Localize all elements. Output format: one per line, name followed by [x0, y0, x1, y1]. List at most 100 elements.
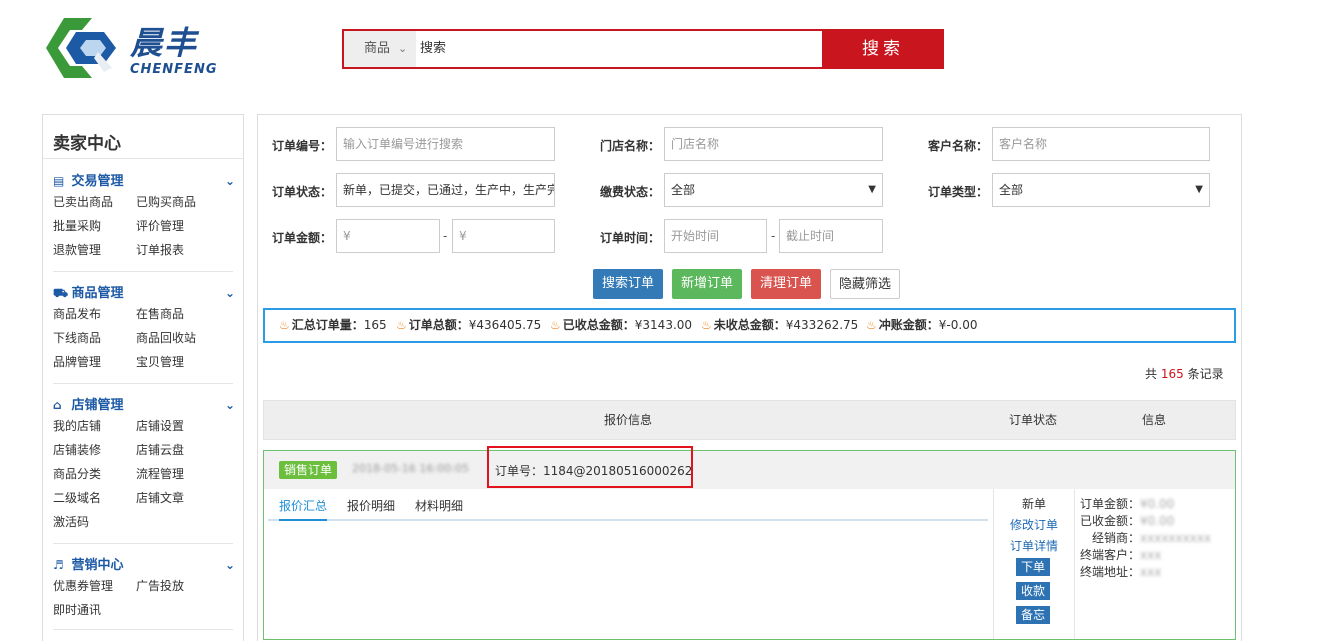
- sidebar-item[interactable]: 即时通讯: [53, 601, 101, 618]
- divider: [53, 629, 233, 630]
- order-status: 新单: [1021, 497, 1046, 511]
- list-icon: ▤: [53, 174, 65, 188]
- sidebar-item[interactable]: 店铺设置: [136, 417, 184, 434]
- info-received-amount: 已收金额：¥0.00: [1080, 514, 1175, 528]
- tab-quote-summary[interactable]: 报价汇总: [279, 493, 328, 521]
- group-header-goods[interactable]: ⛟ 商品管理 ⌄: [53, 283, 235, 303]
- col-order-status: 订单状态: [1009, 413, 1058, 427]
- sidebar-item[interactable]: 退款管理: [53, 241, 101, 258]
- store-input[interactable]: 门店名称: [664, 127, 883, 161]
- sidebar-item[interactable]: 广告投放: [136, 577, 184, 594]
- receive-payment-button[interactable]: 收款: [1016, 582, 1050, 600]
- sidebar-item[interactable]: 二级域名: [53, 489, 101, 506]
- order-detail-link[interactable]: 订单详情: [994, 537, 1074, 554]
- edit-order-link[interactable]: 修改订单: [994, 516, 1074, 533]
- sidebar-item[interactable]: 商品分类: [53, 465, 101, 482]
- search-button[interactable]: 搜索: [822, 29, 944, 69]
- info-end-address: 终端地址：xxx: [1080, 565, 1162, 579]
- summary-item: ♨ 冲账金额：¥-0.00: [866, 318, 978, 332]
- group-title: 交易管理: [71, 174, 124, 189]
- order-tabs: 报价汇总 报价明细 材料明细: [268, 493, 988, 521]
- pay-status-select[interactable]: 全部 ▼: [664, 173, 883, 207]
- flame-icon: ♨: [866, 318, 877, 332]
- order-card-header: 销售订单 2018-05-16 16:00:05 订单号：1184@201805…: [264, 451, 1235, 489]
- customer-input[interactable]: 客户名称: [992, 127, 1210, 161]
- flame-icon: ♨: [550, 318, 561, 332]
- summary-item: ♨ 汇总订单量：165: [279, 318, 387, 332]
- clear-order-button[interactable]: 清理订单: [751, 269, 821, 299]
- chevron-down-icon: ⌄: [224, 286, 235, 300]
- tab-material-detail[interactable]: 材料明细: [415, 493, 463, 519]
- chevron-down-icon: ⌄: [224, 398, 235, 412]
- sidebar-item[interactable]: 店铺装修: [53, 441, 101, 458]
- group-trade: ▤ 交易管理 ⌄ 已卖出商品 已购买商品 批量采购 评价管理 退款管理 订单报表: [53, 171, 235, 261]
- chenfeng-logo[interactable]: 晨丰 CHENFENG: [42, 12, 242, 82]
- sidebar-item[interactable]: 店铺云盘: [136, 441, 184, 458]
- sidebar-item[interactable]: 在售商品: [136, 305, 184, 322]
- order-type-select[interactable]: 全部 ▼: [992, 173, 1210, 207]
- sidebar-item[interactable]: 已购买商品: [136, 193, 196, 210]
- summary-item: ♨ 订单总额：¥436405.75: [396, 318, 542, 332]
- order-no-input[interactable]: 输入订单编号进行搜索: [336, 127, 555, 161]
- amount-label: 订单金额：: [272, 231, 333, 245]
- sidebar-item[interactable]: 评价管理: [136, 217, 184, 234]
- time-start-input[interactable]: 开始时间: [664, 219, 767, 253]
- info-dealer: 经销商：xxxxxxxxxx: [1092, 531, 1212, 545]
- sidebar-item[interactable]: 品牌管理: [53, 353, 101, 370]
- sidebar-item[interactable]: 批量采购: [53, 217, 101, 234]
- order-date: 2018-05-16 16:00:05: [352, 462, 469, 475]
- sidebar-item[interactable]: 订单报表: [136, 241, 184, 258]
- logo-en-text: CHENFENG: [130, 62, 218, 77]
- time-label: 订单时间：: [600, 231, 661, 245]
- record-count: 共 165 条记录: [1145, 367, 1224, 381]
- divider: [53, 543, 233, 544]
- group-store: ⌂ 店铺管理 ⌄ 我的店铺 店铺设置 店铺装修 店铺云盘 商品分类 流程管理 二…: [53, 395, 235, 535]
- sidebar-item[interactable]: 优惠券管理: [53, 577, 113, 594]
- divider: [53, 383, 233, 384]
- store-label: 门店名称：: [600, 139, 661, 153]
- memo-button[interactable]: 备忘: [1016, 606, 1050, 624]
- place-order-button[interactable]: 下单: [1016, 558, 1050, 576]
- tab-quote-detail[interactable]: 报价明细: [347, 493, 395, 519]
- order-type-value: 全部: [999, 183, 1024, 197]
- sidebar-item[interactable]: 店铺文章: [136, 489, 184, 506]
- sidebar-item[interactable]: 商品发布: [53, 305, 101, 322]
- speaker-icon: ♬: [53, 558, 64, 572]
- caret-down-icon: ▼: [868, 184, 876, 195]
- sidebar-item[interactable]: 宝贝管理: [136, 353, 184, 370]
- info-end-customer: 终端客户：xxx: [1080, 548, 1162, 562]
- sidebar-item[interactable]: 已卖出商品: [53, 193, 113, 210]
- flame-icon: ♨: [396, 318, 407, 332]
- type-label: 订单类型：: [928, 185, 989, 199]
- order-no-label: 订单编号：: [272, 139, 333, 153]
- sidebar-title: 卖家中心: [53, 134, 121, 154]
- order-card: 销售订单 2018-05-16 16:00:05 订单号：1184@201805…: [263, 450, 1236, 640]
- search-order-button[interactable]: 搜索订单: [593, 269, 663, 299]
- search-category-select[interactable]: 商品 ⌄: [344, 31, 416, 67]
- group-header-store[interactable]: ⌂ 店铺管理 ⌄: [53, 395, 235, 415]
- customer-label: 客户名称：: [928, 139, 989, 153]
- group-header-marketing[interactable]: ♬ 营销中心 ⌄: [53, 555, 235, 575]
- sidebar: 卖家中心 ▤ 交易管理 ⌄ 已卖出商品 已购买商品 批量采购 评价管理 退款管理…: [42, 114, 244, 641]
- sidebar-item[interactable]: 我的店铺: [53, 417, 101, 434]
- group-header-trade[interactable]: ▤ 交易管理 ⌄: [53, 171, 235, 191]
- hide-filter-button[interactable]: 隐藏筛选: [830, 269, 900, 299]
- order-type-tag: 销售订单: [279, 461, 338, 479]
- sidebar-item[interactable]: 激活码: [53, 513, 89, 530]
- sidebar-item[interactable]: 流程管理: [136, 465, 184, 482]
- caret-down-icon: ▼: [1195, 184, 1203, 195]
- sidebar-item[interactable]: 下线商品: [53, 329, 101, 346]
- time-end-input[interactable]: 截止时间: [779, 219, 883, 253]
- pay-label: 缴费状态：: [600, 185, 661, 199]
- amount-max-input[interactable]: ¥: [452, 219, 555, 253]
- group-title: 店铺管理: [71, 398, 124, 413]
- divider: [53, 271, 233, 272]
- status-select[interactable]: 新单，已提交，已通过，生产中，生产完: [336, 173, 555, 207]
- search-input[interactable]: 搜索: [420, 31, 446, 67]
- group-goods: ⛟ 商品管理 ⌄ 商品发布 在售商品 下线商品 商品回收站 品牌管理 宝贝管理: [53, 283, 235, 373]
- status-label: 订单状态：: [272, 185, 333, 199]
- add-order-button[interactable]: 新增订单: [672, 269, 742, 299]
- logo-mark-icon: [46, 18, 116, 78]
- sidebar-item[interactable]: 商品回收站: [136, 329, 196, 346]
- amount-min-input[interactable]: ¥: [336, 219, 440, 253]
